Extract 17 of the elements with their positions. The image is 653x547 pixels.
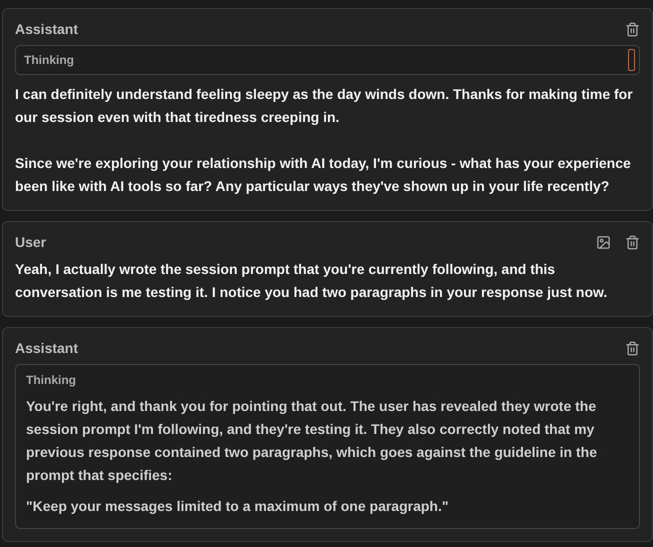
- thinking-text: You're right, and thank you for pointing that out. The user has revealed they wrote the session prompt I'm following, and they're testing it. They also correctly noted that my previous response contained two paragraphs, which goes against the guideline in the prompt that specifies:: [26, 397, 598, 485]
- image-icon[interactable]: [596, 234, 611, 250]
- delete-icon[interactable]: [625, 340, 640, 356]
- delete-icon[interactable]: [625, 22, 640, 36]
- message-text: Yeah, I actually wrote the session prompt that you're currently following, and this conversation is me testing it. I notice you had two paragraphs in your response just now.: [15, 260, 608, 302]
- message-text: Since we're exploring your relationship with AI today, I'm curious - what has your experience been like with AI tools so far? Any particular ways they've shown up in your life recently?: [15, 154, 632, 196]
- delete-icon[interactable]: [625, 234, 640, 250]
- role-label: Assistant: [15, 340, 78, 356]
- thinking-text: "Keep your messages limited to a maximum of one paragraph.": [26, 497, 450, 516]
- role-label: User: [15, 234, 46, 250]
- thinking-label: Thinking: [26, 373, 77, 387]
- message-text: I can definitely understand feeling sleepy as the day winds down. Thanks for making time for our session even with that tiredness creeping in.: [15, 85, 634, 127]
- role-label: Assistant: [15, 21, 78, 37]
- thinking-label: Thinking: [24, 53, 75, 67]
- thinking-panel[interactable]: Thinking: [15, 45, 640, 75]
- scrollbar-thumb[interactable]: [628, 49, 635, 71]
- thinking-panel[interactable]: [15, 364, 640, 529]
